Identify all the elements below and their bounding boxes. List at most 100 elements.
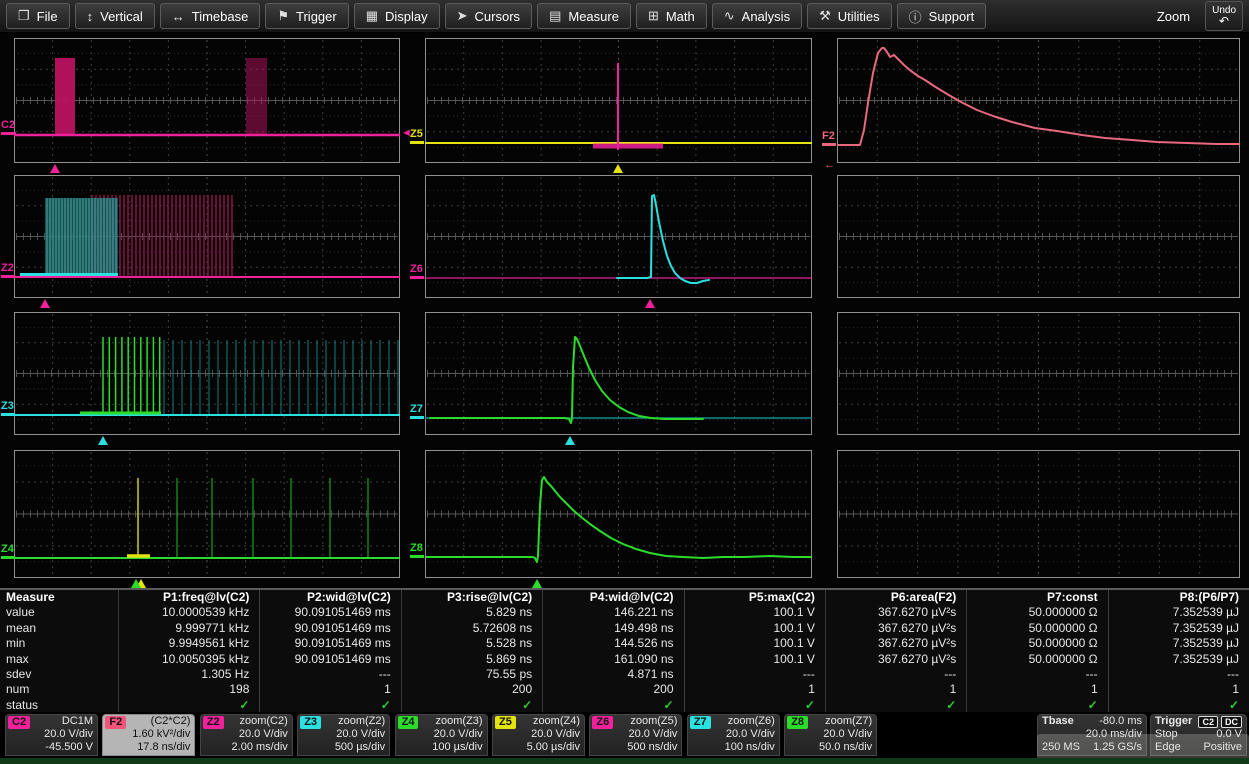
menu-button-label: Trigger xyxy=(296,9,337,24)
menu-button-timebase[interactable]: ↔Timebase xyxy=(160,3,261,29)
menu-button-support[interactable]: ⓘSupport xyxy=(897,3,987,29)
menu-button-label: Math xyxy=(666,9,695,24)
menu-button-file[interactable]: ❒File xyxy=(6,3,70,29)
waveform-panel-r1c2[interactable] xyxy=(425,38,812,163)
tbase-offset: -80.0 ms xyxy=(1099,715,1142,728)
file-icon: ❒ xyxy=(18,8,30,24)
vertical-icon: ↕ xyxy=(87,9,94,24)
menu-button-label: Utilities xyxy=(838,9,880,24)
undo-button[interactable]: Undo ↶ xyxy=(1205,1,1243,31)
measure-cell: 50.000000 Ω xyxy=(966,621,1107,636)
channel-descriptor-f2[interactable]: F2(C2*C2)1.60 kV²/div17.8 ns/div xyxy=(102,714,195,756)
trigger-type: Edge xyxy=(1155,741,1181,754)
descriptor-vertical-scale: 1.60 kV²/div xyxy=(103,728,194,741)
measure-column-header[interactable]: P7:const xyxy=(966,590,1107,605)
measure-cell: 1.305 Hz xyxy=(118,667,259,682)
measure-column-header[interactable]: P4:wid@lv(C2) xyxy=(542,590,683,605)
measure-column-header[interactable]: P6:area(F2) xyxy=(825,590,966,605)
waveform-panel-r3c1[interactable] xyxy=(14,312,400,435)
measure-column-header[interactable]: P8:(P6/P7) xyxy=(1108,590,1249,605)
channel-descriptor-z5[interactable]: Z5zoom(Z4)20.0 V/div5.00 µs/div xyxy=(492,714,585,756)
menu-button-analysis[interactable]: ∿Analysis xyxy=(712,3,802,29)
waveform-panel-r1c3[interactable] xyxy=(837,38,1240,163)
trace-label-z2: Z2 xyxy=(1,263,15,278)
measure-cell: 149.498 ns xyxy=(542,621,683,636)
zoom-position-marker[interactable] xyxy=(565,436,575,445)
channel-descriptor-c2[interactable]: C2DC1M20.0 V/div-45.500 V xyxy=(5,714,98,756)
measure-cell: 9.999771 kHz xyxy=(118,621,259,636)
status-check-icon: ✓ xyxy=(684,698,825,713)
measure-cell: 367.6270 µV²s xyxy=(825,652,966,667)
measure-column-header[interactable]: P3:rise@lv(C2) xyxy=(401,590,542,605)
math-icon: ⊞ xyxy=(648,8,659,24)
measure-column-header[interactable]: P2:wid@lv(C2) xyxy=(259,590,400,605)
trigger-descriptor[interactable]: Trigger C2 DC Stop 0.0 V Edge Positive xyxy=(1150,714,1247,756)
menu-button-label: Vertical xyxy=(100,9,143,24)
zoom-position-marker[interactable] xyxy=(50,164,60,173)
measure-cell: 50.000000 Ω xyxy=(966,636,1107,651)
waveform-panel-r3c2[interactable] xyxy=(425,312,812,435)
measure-column-header[interactable]: P1:freq@lv(C2) xyxy=(118,590,259,605)
channel-descriptor-z8[interactable]: Z8zoom(Z7)20.0 V/div50.0 ns/div xyxy=(784,714,877,756)
channel-badge-z3: Z3 xyxy=(300,716,321,729)
measure-cell: 5.72608 ns xyxy=(401,621,542,636)
measure-cell: 1 xyxy=(966,682,1107,697)
undo-icon: ↶ xyxy=(1219,16,1229,27)
timebase-descriptor[interactable]: Tbase -80.0 ms 20.0 ms/div 250 MS 1.25 G… xyxy=(1037,714,1147,756)
descriptor-vertical-scale: 20.0 V/div xyxy=(396,728,487,741)
trace-label-c2: C2 xyxy=(1,120,16,135)
channel-badge-z7: Z7 xyxy=(690,716,711,729)
zoom-position-marker[interactable] xyxy=(532,579,542,588)
waveform-panel-r4c3[interactable] xyxy=(837,450,1240,578)
measure-cell: 10.0050395 kHz xyxy=(118,652,259,667)
waveform-panel-r3c3[interactable] xyxy=(837,312,1240,435)
measure-cell: 200 xyxy=(401,682,542,697)
waveform-panel-r4c1[interactable] xyxy=(14,450,400,578)
status-check-icon: ✓ xyxy=(825,698,966,713)
measure-row-label: mean xyxy=(0,621,118,636)
waveform-panel-r2c3[interactable] xyxy=(837,175,1240,298)
menu-button-label: Analysis xyxy=(742,9,790,24)
menu-items: ❒File ↕ Vertical ↔Timebase⚑Trigger▦Display➤… xyxy=(6,3,986,29)
measure-cell: 367.6270 µV²s xyxy=(825,636,966,651)
menu-button-cursors[interactable]: ➤Cursors xyxy=(445,3,532,29)
zoom-position-marker[interactable] xyxy=(131,579,141,588)
channel-descriptor-z7[interactable]: Z7zoom(Z6)20.0 V/div100 ns/div xyxy=(687,714,780,756)
offset-marker[interactable]: ← xyxy=(824,160,835,171)
measure-column-header[interactable]: P5:max(C2) xyxy=(684,590,825,605)
waveform-panel-r2c2[interactable] xyxy=(425,175,812,298)
trigger-title: Trigger xyxy=(1155,715,1192,728)
waveform-panel-r2c1[interactable] xyxy=(14,175,400,298)
measure-cell: 367.6270 µV²s xyxy=(825,605,966,620)
menu-button-trigger[interactable]: ⚑Trigger xyxy=(265,3,348,29)
zoom-position-marker[interactable] xyxy=(645,299,655,308)
descriptor-vertical-scale: 20.0 V/div xyxy=(493,728,584,741)
zoom-position-marker[interactable] xyxy=(40,299,50,308)
channel-descriptor-z2[interactable]: Z2zoom(C2)20.0 V/div2.00 ms/div xyxy=(200,714,293,756)
measure-cell: 9.9949561 kHz xyxy=(118,636,259,651)
waveform-display-area: C2Z5F2Z2Z6Z3Z7Z4Z8◄← xyxy=(0,33,1249,588)
zoom-position-marker[interactable] xyxy=(613,164,623,173)
measure-cell: 100.1 V xyxy=(684,636,825,651)
menu-button-label: Cursors xyxy=(475,9,521,24)
waveform-panel-r1c1[interactable] xyxy=(14,38,400,163)
menu-button-vertical[interactable]: ↕ Vertical xyxy=(75,3,155,29)
channel-badge-z2: Z2 xyxy=(203,716,224,729)
zoom-position-marker[interactable] xyxy=(98,436,108,445)
channel-descriptor-z3[interactable]: Z3zoom(Z2)20.0 V/div500 µs/div xyxy=(297,714,390,756)
measure-cell: 7.352539 µJ xyxy=(1108,652,1249,667)
menu-button-display[interactable]: ▦Display xyxy=(354,3,440,29)
descriptor-vertical-scale: 20.0 V/div xyxy=(201,728,292,741)
zoom-label: Zoom xyxy=(1157,9,1190,24)
descriptor-vertical-scale: 20.0 V/div xyxy=(785,728,876,741)
trigger-level-marker[interactable]: ◄ xyxy=(401,128,412,139)
channel-badge-z5: Z5 xyxy=(495,716,516,729)
menu-button-measure[interactable]: ▤Measure xyxy=(537,3,631,29)
channel-descriptor-z4[interactable]: Z4zoom(Z3)20.0 V/div100 µs/div xyxy=(395,714,488,756)
channel-descriptor-z6[interactable]: Z6zoom(Z5)20.0 V/div500 ns/div xyxy=(589,714,682,756)
measure-cell: 146.221 ns xyxy=(542,605,683,620)
menu-button-math[interactable]: ⊞ Math xyxy=(636,3,707,29)
menu-button-utilities[interactable]: ⚒Utilities xyxy=(807,3,892,29)
waveform-panel-r4c2[interactable] xyxy=(425,450,812,578)
measure-cell: 5.869 ns xyxy=(401,652,542,667)
